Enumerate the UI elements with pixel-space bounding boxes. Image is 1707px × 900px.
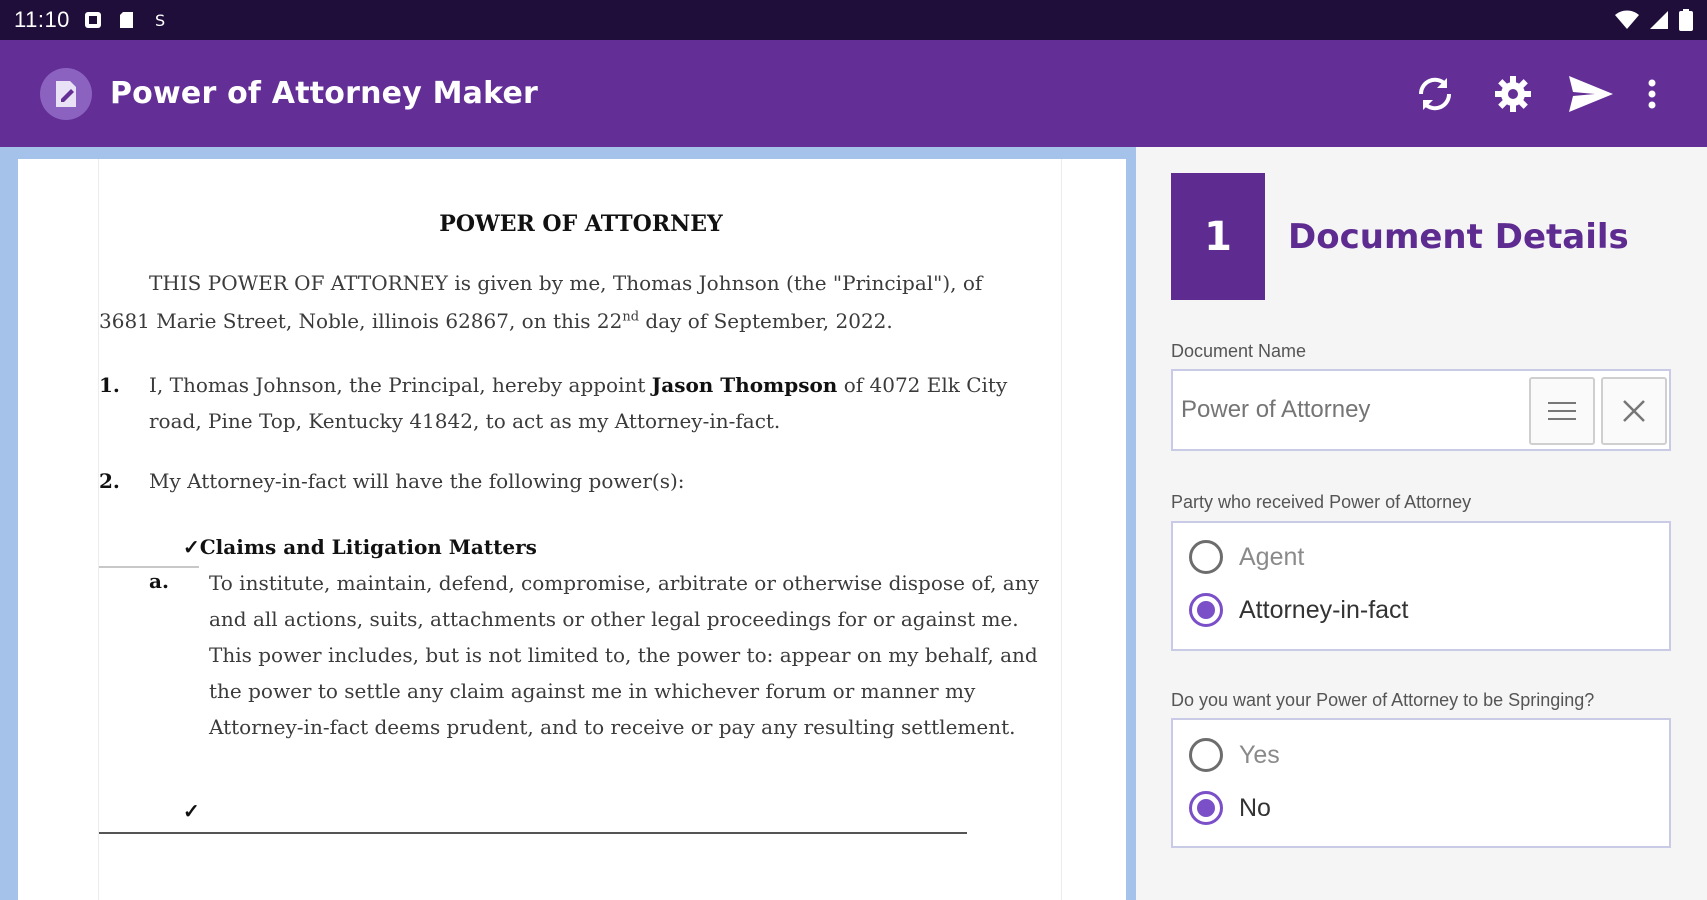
battery-icon [1679,9,1693,31]
divider [99,566,199,568]
template-menu-button[interactable] [1529,377,1595,445]
springing-radio-group: Yes No [1171,718,1671,848]
intro-line-2: 3681 Marie Street, Noble, illinois 62867… [99,309,893,333]
svg-text:S: S [155,11,165,29]
refresh-icon [1418,77,1452,110]
send-button[interactable] [1561,64,1621,124]
radio-checked-icon [1189,791,1223,825]
clear-field-button[interactable] [1601,377,1667,445]
radio-yes[interactable]: Yes [1189,735,1280,775]
more-vert-icon [1648,79,1656,108]
document-name-field [1171,369,1671,451]
item-2-number: 2. [99,469,120,493]
refresh-button[interactable] [1405,64,1465,124]
status-time: 11:10 [14,7,70,32]
power-title: ✓Claims and Litigation Matters [183,535,537,559]
item-1-line-2: road, Pine Top, Kentucky 41842, to act a… [149,409,781,433]
radio-attorney-in-fact[interactable]: Attorney-in-fact [1189,590,1409,630]
settings-button[interactable] [1483,64,1543,124]
document-name-input[interactable] [1181,396,1511,424]
agent-name: Jason Thompson [651,373,838,397]
power-a-text: To institute, maintain, defend, compromi… [209,571,1039,739]
check-icon: ✓ [183,799,200,823]
intro-line-1: THIS POWER OF ATTORNEY is given by me, T… [149,271,983,295]
power-a-label: a. [149,569,169,593]
party-radio-group: Agent Attorney-in-fact [1171,521,1671,651]
document-preview-pane: POWER OF ATTORNEY THIS POWER OF ATTORNEY… [0,147,1136,900]
document-title: POWER OF ATTORNEY [439,211,723,237]
item-1-line-1: I, Thomas Johnson, the Principal, hereby… [149,373,1008,397]
send-icon [1569,75,1613,112]
springing-label: Do you want your Power of Attorney to be… [1171,690,1595,710]
wifi-icon [1615,10,1639,29]
app-bar: Power of Attorney Maker [0,40,1707,147]
radio-agent[interactable]: Agent [1189,537,1304,577]
settings-icon [1495,75,1531,112]
status-bar: 11:10 S [0,0,1707,40]
document-page[interactable]: POWER OF ATTORNEY THIS POWER OF ATTORNEY… [18,159,1126,900]
sd-card-icon [119,12,133,28]
radio-unchecked-icon [1189,540,1223,574]
form-pane: 1 Document Details Document Name Party w… [1136,147,1707,900]
item-2-text: My Attorney-in-fact will have the follow… [149,469,685,493]
divider [99,832,967,834]
radio-no[interactable]: No [1189,788,1271,828]
radio-checked-icon [1189,593,1223,627]
app-s-icon: S [155,11,165,29]
notification-icon [84,12,101,28]
document-body: POWER OF ATTORNEY THIS POWER OF ATTORNEY… [98,159,1062,900]
step-number-badge: 1 [1171,173,1265,300]
menu-lines-icon [1548,402,1576,420]
radio-label: Yes [1239,740,1280,769]
section-title: Document Details [1288,217,1629,257]
radio-unchecked-icon [1189,738,1223,772]
radio-label: Agent [1239,542,1305,571]
radio-label: Attorney-in-fact [1239,595,1409,624]
check-icon: ✓ [183,535,200,559]
more-options-button[interactable] [1637,64,1667,124]
signal-icon [1650,11,1668,29]
radio-label: No [1239,793,1271,822]
close-icon [1623,400,1645,422]
party-label: Party who received Power of Attorney [1171,492,1472,512]
app-title: Power of Attorney Maker [110,76,538,111]
app-logo-icon [40,67,92,120]
item-1-number: 1. [99,373,120,397]
document-name-label: Document Name [1171,341,1307,361]
